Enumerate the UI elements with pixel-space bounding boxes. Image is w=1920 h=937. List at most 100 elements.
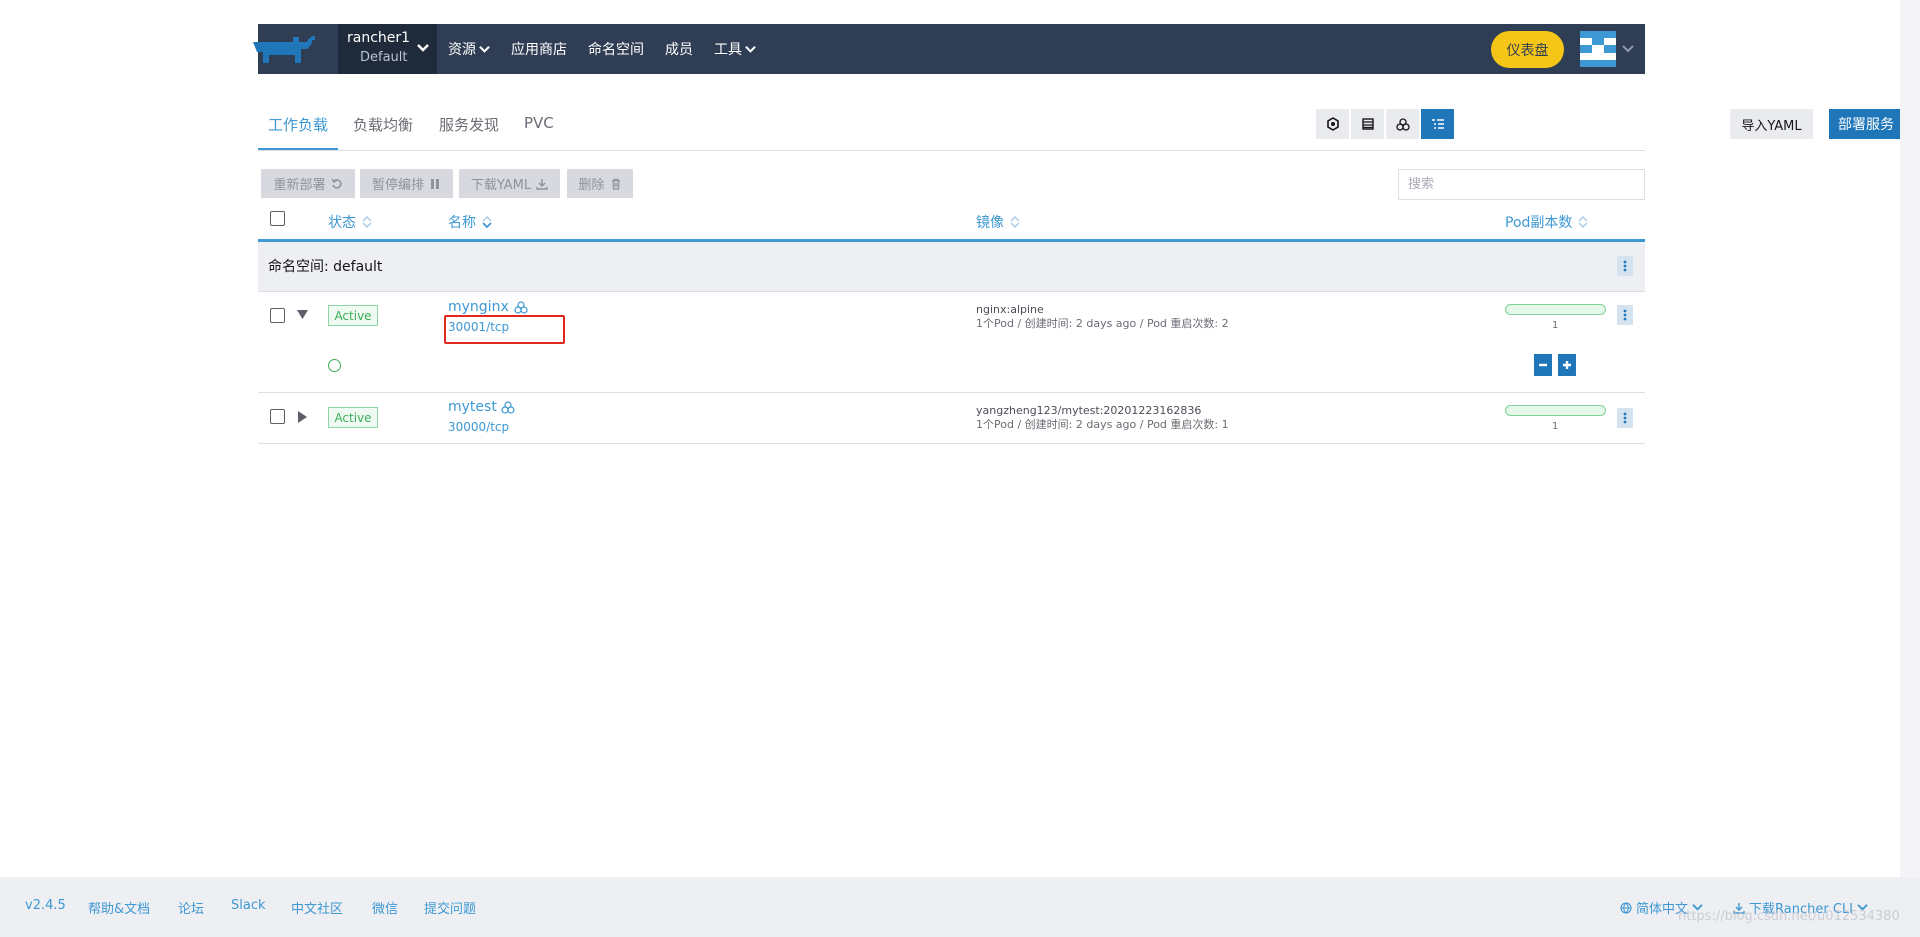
dashboard-button[interactable]: 仪表盘	[1491, 31, 1564, 68]
table-row: Active mytest 30000/tcp yangzheng123/myt…	[258, 393, 1645, 444]
page-scrollbar[interactable]	[1900, 0, 1920, 877]
resource-tabs: 工作负载 负载均衡 服务发现 PVC 导入YAML 部署服务	[258, 101, 1903, 151]
pod-progress-bar	[1505, 304, 1606, 315]
nav-label: 工具	[714, 42, 742, 58]
main-nav: 资源 应用商店 命名空间 成员 工具	[448, 24, 777, 74]
node-view-toggle[interactable]	[1316, 109, 1349, 139]
footer-link-docs[interactable]: 帮助&文档	[88, 898, 150, 917]
nav-label: 成员	[665, 42, 693, 58]
project-name: Default	[360, 50, 408, 65]
nav-catalog[interactable]: 应用商店	[511, 39, 567, 59]
plus-icon	[1563, 361, 1571, 369]
table-header: 状态 名称 镜像 Pod副本数	[258, 208, 1645, 242]
chevron-down-icon[interactable]	[1622, 43, 1634, 55]
top-nav-bar: rancher1 Default 资源 应用商店 命名空间 成员 工具 仪表盘	[253, 24, 1645, 74]
pause-icon	[431, 178, 439, 189]
list-view-toggle[interactable]	[1351, 109, 1384, 139]
footer-link-slack[interactable]: Slack	[231, 898, 266, 913]
group-actions-menu[interactable]	[1617, 256, 1633, 276]
nav-label: 应用商店	[511, 42, 567, 58]
sort-icon	[1010, 216, 1020, 228]
workload-name-link[interactable]: mynginx	[448, 299, 509, 315]
cluster-switcher[interactable]: rancher1 Default	[338, 24, 437, 74]
pause-label: 暂停编排	[371, 178, 424, 193]
workload-icon	[501, 401, 515, 414]
scale-down-button[interactable]	[1534, 354, 1552, 376]
trash-icon	[611, 178, 620, 190]
nav-members[interactable]: 成员	[665, 39, 693, 59]
row-checkbox[interactable]	[270, 308, 285, 323]
name-column-label: 名称	[448, 215, 476, 231]
image-column-label: 镜像	[976, 215, 1004, 231]
port-highlight-annotation	[444, 315, 565, 344]
sort-desc-icon	[482, 216, 492, 229]
kebab-icon	[1623, 260, 1627, 272]
footer-link-community[interactable]: 中文社区	[291, 898, 343, 917]
select-all-checkbox[interactable]	[270, 211, 285, 226]
node-view-icon	[1326, 117, 1339, 131]
row-actions-menu[interactable]	[1617, 408, 1633, 428]
nav-tools[interactable]: 工具	[714, 39, 756, 59]
group-view-icon	[1431, 119, 1444, 129]
redeploy-label: 重新部署	[273, 178, 326, 193]
scale-count: 1	[1552, 421, 1559, 432]
tab-load-balancing[interactable]: 负载均衡	[353, 114, 413, 135]
sort-icon	[362, 216, 372, 228]
workload-view-toggle[interactable]	[1386, 109, 1419, 139]
port-link[interactable]: 30000/tcp	[448, 420, 509, 434]
download-icon	[536, 178, 548, 190]
scale-column-header[interactable]: Pod副本数	[1505, 212, 1588, 232]
collapse-caret-icon[interactable]	[297, 310, 308, 320]
nav-resources[interactable]: 资源	[448, 39, 490, 59]
workload-meta: 1个Pod / 创建时间: 2 days ago / Pod 重启次数: 1	[976, 418, 1229, 431]
workload-name-link[interactable]: mytest	[448, 399, 497, 415]
namespace-group-row: 命名空间: default	[258, 242, 1645, 292]
state-column-label: 状态	[328, 215, 356, 231]
tab-service-discovery[interactable]: 服务发现	[439, 114, 499, 135]
cluster-name: rancher1	[347, 30, 411, 46]
kebab-icon	[1623, 412, 1627, 424]
chevron-down-icon	[745, 45, 756, 53]
pause-button[interactable]: 暂停编排	[360, 169, 453, 198]
pod-status-circle[interactable]	[328, 359, 341, 372]
deploy-button[interactable]: 部署服务	[1829, 109, 1903, 139]
status-badge: Active	[328, 305, 378, 326]
delete-button[interactable]: 删除	[567, 169, 633, 198]
scale-count: 1	[1552, 320, 1559, 331]
download-yaml-button[interactable]: 下载YAML	[459, 169, 560, 198]
status-badge: Active	[328, 407, 378, 428]
scale-up-button[interactable]	[1558, 354, 1576, 376]
footer-link-issues[interactable]: 提交问题	[424, 898, 476, 917]
import-yaml-button[interactable]: 导入YAML	[1730, 109, 1813, 139]
nav-namespaces[interactable]: 命名空间	[588, 39, 644, 59]
expand-caret-icon[interactable]	[298, 411, 308, 423]
footer-link-wechat[interactable]: 微信	[372, 898, 398, 917]
rancher-logo[interactable]	[249, 33, 321, 67]
redo-icon	[330, 178, 342, 189]
chevron-down-icon	[417, 44, 429, 52]
watermark-text: https://blog.csdn.net/u012534380	[1678, 909, 1900, 924]
row-checkbox[interactable]	[270, 409, 285, 424]
workload-meta: 1个Pod / 创建时间: 2 days ago / Pod 重启次数: 2	[976, 317, 1229, 330]
redeploy-button[interactable]: 重新部署	[261, 169, 355, 198]
version-link[interactable]: v2.4.5	[25, 898, 66, 913]
workload-view-icon	[1395, 118, 1410, 131]
group-view-toggle[interactable]	[1421, 109, 1454, 139]
tab-pvc[interactable]: PVC	[524, 114, 554, 132]
tab-workloads[interactable]: 工作负载	[268, 114, 328, 135]
row-actions-menu[interactable]	[1617, 305, 1633, 325]
kebab-icon	[1623, 309, 1627, 321]
name-column-header[interactable]: 名称	[448, 212, 492, 232]
user-avatar[interactable]	[1580, 31, 1616, 67]
image-column-header[interactable]: 镜像	[976, 212, 1020, 232]
chevron-down-icon	[479, 45, 490, 53]
search-input[interactable]	[1398, 169, 1645, 200]
state-column-header[interactable]: 状态	[328, 212, 372, 232]
active-tab-indicator	[258, 148, 338, 150]
footer-link-forum[interactable]: 论坛	[178, 898, 204, 917]
workload-icon	[514, 301, 528, 314]
scale-column-label: Pod副本数	[1505, 215, 1573, 231]
nav-label: 资源	[448, 42, 476, 58]
delete-label: 删除	[578, 178, 605, 193]
footer: v2.4.5 帮助&文档 论坛 Slack 中文社区 微信 提交问题 简体中文 …	[0, 877, 1920, 937]
